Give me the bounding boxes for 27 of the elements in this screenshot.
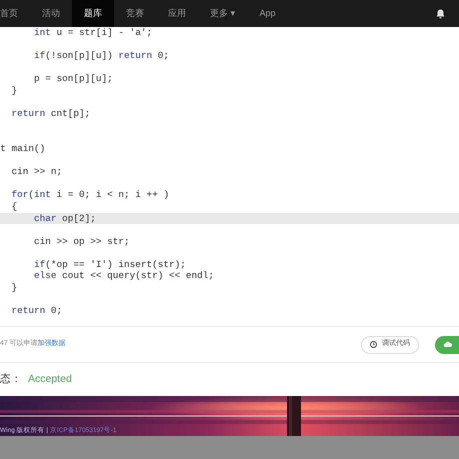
bell-icon[interactable]: [436, 8, 445, 18]
code-line: p = son[p][u];: [33, 73, 114, 85]
clock-icon: [370, 341, 377, 348]
nav-tab[interactable]: 题库: [72, 0, 114, 27]
code-line: }: [10, 282, 18, 294]
submit-button[interactable]: [435, 336, 459, 354]
code-line: return cnt[p];: [10, 108, 92, 120]
status-value: Accepted: [28, 372, 72, 387]
code-line: else cout << query(str) << endl;: [33, 270, 216, 282]
nav-tab[interactable]: 更多 ▾: [198, 0, 248, 27]
status-label: 态：: [0, 372, 22, 387]
code-line: cin >> n;: [10, 166, 64, 178]
code-line: {: [10, 200, 18, 212]
code-line: return 0;: [10, 305, 64, 317]
nav-tab[interactable]: 应用: [156, 0, 198, 27]
code-line: int u = str[i] - 'a';: [33, 27, 154, 39]
nav-tab[interactable]: 首页: [0, 0, 30, 27]
code-line: t main(): [0, 142, 46, 155]
code-line: if(*op == 'I') insert(str);: [33, 258, 187, 270]
code-line: cin >> op >> str;: [33, 236, 131, 248]
nav-tab[interactable]: App: [248, 0, 288, 27]
nav-tab[interactable]: 活动: [30, 0, 72, 27]
code-line: }: [10, 84, 18, 97]
code-line: if(!son[p][u]) return 0;: [33, 50, 170, 62]
cloud-icon: [442, 340, 452, 348]
code-line: for(int i = 0; i < n; i ++ ): [10, 189, 170, 201]
nav-tab[interactable]: 竞赛: [114, 0, 156, 27]
